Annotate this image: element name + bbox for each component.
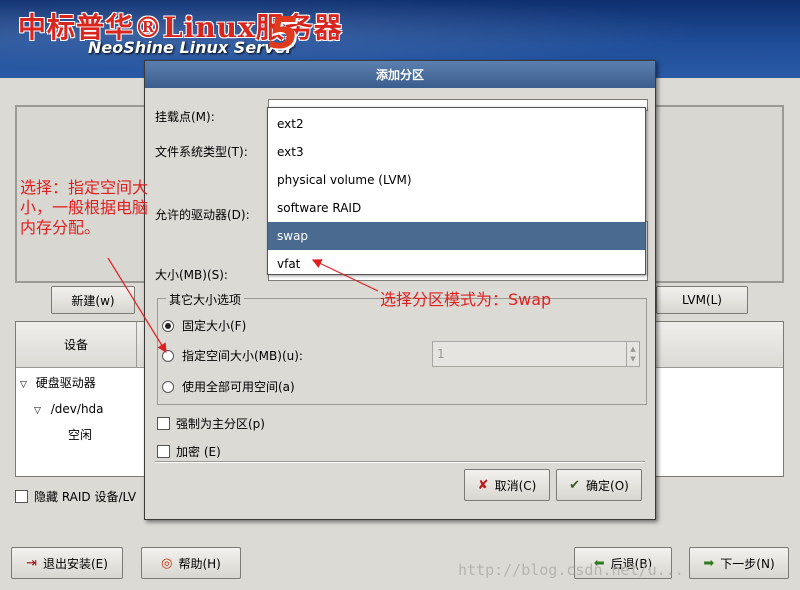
tree-item-dev-hda[interactable]: ▽ /dev/hda	[34, 402, 104, 416]
watermark-text: http://blog.csdn.net/u...	[458, 561, 684, 579]
fs-option-ext3[interactable]: ext3	[268, 138, 645, 166]
exit-install-button[interactable]: ⇥ 退出安装(E)	[11, 547, 123, 579]
tree-header-label: 设备	[63, 338, 88, 352]
forward-arrow-icon: ➡	[703, 555, 715, 571]
size-label: 大小(MB)(S):	[155, 268, 228, 282]
mount-point-label: 挂载点(M):	[155, 110, 215, 124]
up-to-size-spinbox[interactable]: 1 ▲ ▼	[432, 341, 640, 367]
spinbox-value: 1	[437, 347, 445, 361]
fs-option-software-raid[interactable]: software RAID	[268, 194, 645, 222]
expander-arrow-icon[interactable]: ▽	[20, 380, 27, 390]
fs-option-swap-selected[interactable]: swap	[268, 222, 645, 250]
annotation-left-note: 选择：指定空间大小，一般根据电脑内存分配。	[20, 178, 149, 237]
lvm-button[interactable]: LVM(L)	[656, 286, 748, 314]
hide-raid-label: 隐藏 RAID 设备/LV	[34, 490, 137, 504]
hide-raid-checkbox[interactable]: 隐藏 RAID 设备/LV	[15, 488, 136, 505]
dialog-title-bar: 添加分区	[145, 61, 655, 88]
fs-option-ext2[interactable]: ext2	[268, 110, 645, 138]
new-button-label: 新建(w)	[71, 293, 115, 308]
ok-button[interactable]: ✔ 确定(O)	[556, 469, 642, 501]
cancel-button-label: 取消(C)	[494, 478, 537, 493]
help-button-label: 帮助(H)	[178, 556, 221, 571]
dialog-separator	[155, 461, 645, 463]
spin-arrows-icon[interactable]: ▲ ▼	[626, 342, 639, 366]
checkbox-box[interactable]	[15, 490, 28, 503]
brand-english-subtitle: NeoShine Linux Server	[88, 38, 294, 57]
cancel-x-icon: ✘	[477, 477, 489, 493]
tree-item-label: 空闲	[68, 428, 93, 442]
fs-type-label: 文件系统类型(T):	[155, 145, 248, 159]
allowed-drives-label: 允许的驱动器(D):	[155, 208, 250, 222]
ok-button-label: 确定(O)	[586, 478, 629, 493]
encrypt-checkbox[interactable]: 加密 (E)	[157, 443, 221, 460]
other-size-options-title: 其它大小选项	[166, 291, 245, 308]
radio-button[interactable]	[162, 349, 174, 362]
next-button[interactable]: ➡ 下一步(N)	[689, 547, 789, 579]
radio-fill-up-to[interactable]: 指定空间大小(MB)(u):	[162, 347, 303, 364]
ok-check-icon: ✔	[569, 477, 581, 493]
cancel-button[interactable]: ✘ 取消(C)	[464, 469, 550, 501]
tree-item-hard-drives[interactable]: ▽ 硬盘驱动器	[20, 374, 96, 391]
radio-up-to-label: 指定空间大小(MB)(u):	[182, 349, 303, 363]
tree-item-label: /dev/hda	[50, 402, 104, 416]
brand-version-number: 5	[268, 8, 299, 59]
tree-column-header-device[interactable]: 设备	[16, 322, 137, 368]
radio-fill-all[interactable]: 使用全部可用空间(a)	[162, 378, 295, 395]
radio-fixed-label: 固定大小(F)	[182, 319, 247, 333]
radio-button[interactable]	[162, 380, 174, 393]
encrypt-label: 加密 (E)	[176, 445, 221, 459]
dialog-title: 添加分区	[375, 68, 424, 82]
help-button[interactable]: ◎ 帮助(H)	[141, 547, 241, 579]
lvm-button-label: LVM(L)	[682, 293, 722, 307]
radio-fixed-size[interactable]: 固定大小(F)	[162, 317, 246, 334]
force-primary-checkbox[interactable]: 强制为主分区(p)	[157, 415, 265, 432]
checkbox-box[interactable]	[157, 445, 170, 458]
annotation-right-note: 选择分区模式为：Swap	[380, 290, 552, 309]
exit-button-label: 退出安装(E)	[42, 556, 108, 571]
fs-option-lvm[interactable]: physical volume (LVM)	[268, 166, 645, 194]
force-primary-label: 强制为主分区(p)	[176, 417, 265, 431]
fs-type-dropdown-list[interactable]: ext2 ext3 physical volume (LVM) software…	[267, 107, 646, 275]
checkbox-box[interactable]	[157, 417, 170, 430]
tree-item-free[interactable]: 空闲	[68, 426, 92, 443]
radio-fill-label: 使用全部可用空间(a)	[182, 380, 295, 394]
tree-item-label: 硬盘驱动器	[35, 376, 96, 390]
radio-button-checked[interactable]	[162, 319, 174, 332]
lifebuoy-icon: ◎	[161, 555, 173, 571]
expander-arrow-icon[interactable]: ▽	[34, 406, 41, 416]
fs-option-vfat[interactable]: vfat	[268, 250, 645, 278]
new-partition-button[interactable]: 新建(w)	[51, 286, 135, 314]
exit-icon: ⇥	[26, 555, 37, 571]
next-button-label: 下一步(N)	[720, 556, 775, 571]
